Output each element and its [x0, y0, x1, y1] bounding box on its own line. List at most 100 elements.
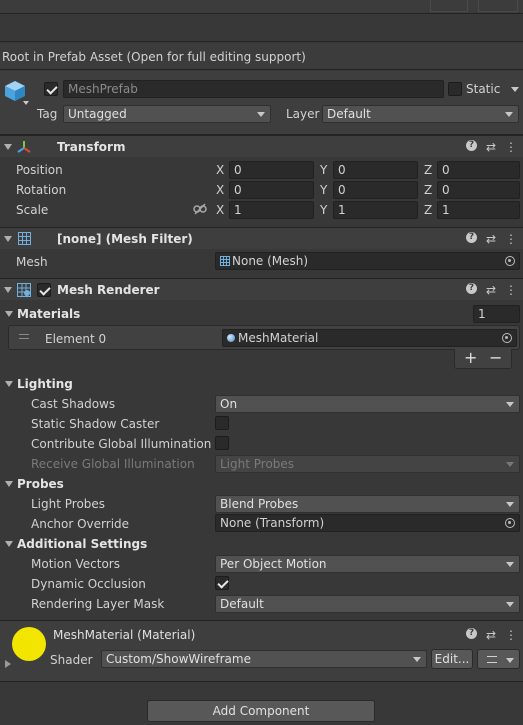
element0-label: Element 0: [45, 332, 107, 346]
constrain-proportions-icon[interactable]: [193, 203, 207, 215]
position-y-field[interactable]: 0: [333, 161, 418, 179]
layer-value: Default: [327, 107, 371, 121]
materials-foldout-arrow[interactable]: [5, 311, 13, 317]
position-x-field[interactable]: 0: [229, 161, 314, 179]
element0-object-field[interactable]: MeshMaterial: [222, 329, 517, 347]
icon-dropdown-caret[interactable]: [23, 101, 29, 105]
cast-shadows-dropdown[interactable]: On: [215, 395, 520, 413]
remove-element-button[interactable]: −: [489, 349, 502, 367]
probes-foldout-arrow[interactable]: [5, 481, 13, 487]
receive-gi-value: Light Probes: [220, 457, 295, 471]
shader-dropdown[interactable]: Custom/ShowWireframe: [101, 650, 427, 668]
more-options-icon[interactable]: ⋮: [505, 140, 517, 154]
chevron-down-icon: [506, 658, 514, 663]
mesh-renderer-header[interactable]: Mesh Renderer ? ⇄ ⋮: [0, 278, 523, 300]
receive-gi-dropdown: Light Probes: [215, 455, 520, 473]
anchor-override-field[interactable]: None (Transform): [215, 514, 520, 532]
light-probes-value: Blend Probes: [220, 497, 299, 511]
help-icon[interactable]: ?: [465, 140, 477, 151]
rendering-layer-mask-dropdown[interactable]: Default: [215, 595, 520, 613]
prefab-cube-icon[interactable]: [3, 79, 27, 103]
drag-handle-icon[interactable]: [19, 334, 29, 339]
shader-label: Shader: [50, 653, 93, 667]
anchor-override-label: Anchor Override: [31, 517, 130, 531]
position-z-field[interactable]: 0: [437, 161, 520, 179]
lighting-label[interactable]: Lighting: [17, 377, 73, 391]
layer-label: Layer: [286, 107, 320, 121]
scale-label: Scale: [16, 203, 49, 217]
foldout-arrow-icon[interactable]: [4, 236, 12, 242]
transform-header[interactable]: Transform ? ⇄ ⋮: [0, 135, 523, 157]
anchor-override-value: None (Transform): [220, 516, 325, 530]
additional-settings-foldout-arrow[interactable]: [5, 541, 13, 547]
mesh-object-field[interactable]: None (Mesh): [215, 252, 520, 270]
chevron-down-icon: [257, 112, 265, 117]
materials-count-field[interactable]: 1: [473, 305, 520, 323]
static-shadow-caster-checkbox[interactable]: [215, 416, 229, 430]
list-icon: [487, 656, 497, 663]
more-options-icon[interactable]: ⋮: [505, 628, 517, 642]
chevron-down-icon: [506, 602, 514, 607]
more-options-icon[interactable]: ⋮: [505, 283, 517, 297]
object-picker-icon[interactable]: [505, 518, 515, 528]
motion-vectors-value: Per Object Motion: [220, 557, 327, 571]
axis-z-label: Z: [424, 163, 433, 177]
presets-icon[interactable]: ⇄: [486, 628, 496, 642]
static-checkbox[interactable]: [448, 82, 462, 96]
material-preview-swatch[interactable]: [12, 627, 46, 661]
help-icon[interactable]: ?: [465, 283, 477, 294]
add-component-button[interactable]: Add Component: [147, 700, 375, 722]
foldout-arrow-icon[interactable]: [4, 144, 12, 150]
add-element-button[interactable]: +: [464, 349, 477, 367]
toolbar-button-1[interactable]: [430, 0, 468, 12]
axis-x-label: X: [216, 163, 225, 177]
scale-x-field[interactable]: 1: [229, 201, 314, 219]
shader-edit-button[interactable]: Edit...: [431, 649, 473, 669]
motion-vectors-dropdown[interactable]: Per Object Motion: [215, 555, 520, 573]
toolbar-button-2[interactable]: [478, 0, 518, 12]
more-options-icon[interactable]: ⋮: [505, 232, 517, 246]
rotation-y-field[interactable]: 0: [333, 181, 418, 199]
materials-label[interactable]: Materials: [17, 307, 80, 321]
additional-settings-label[interactable]: Additional Settings: [17, 537, 147, 551]
static-dropdown-caret[interactable]: [511, 87, 519, 92]
rotation-z-field[interactable]: 0: [437, 181, 520, 199]
presets-icon[interactable]: ⇄: [486, 232, 496, 246]
light-probes-dropdown[interactable]: Blend Probes: [215, 495, 520, 513]
gameobject-name-field[interactable]: MeshPrefab: [63, 80, 444, 98]
light-probes-label: Light Probes: [31, 497, 106, 511]
object-picker-icon[interactable]: [505, 256, 515, 266]
rotation-x-field[interactable]: 0: [229, 181, 314, 199]
component-header-icons: ? ⇄ ⋮: [465, 232, 517, 246]
mesh-filter-header[interactable]: [none] (Mesh Filter) ? ⇄ ⋮: [0, 227, 523, 249]
component-header-icons: ? ⇄ ⋮: [465, 140, 517, 154]
axis-z-label: Z: [424, 183, 433, 197]
axis-x-label: X: [216, 203, 225, 217]
shader-options-button[interactable]: [477, 649, 520, 669]
material-title: MeshMaterial (Material): [53, 628, 196, 642]
mesh-renderer-icon: [17, 283, 31, 297]
presets-icon[interactable]: ⇄: [486, 140, 496, 154]
gameobject-active-checkbox[interactable]: [44, 82, 58, 96]
mesh-renderer-enabled-checkbox[interactable]: [37, 283, 51, 297]
tag-value: Untagged: [68, 107, 127, 121]
object-picker-icon[interactable]: [502, 333, 512, 343]
material-section: MeshMaterial (Material) ? ⇄ ⋮ Shader Cus…: [0, 620, 523, 682]
contribute-gi-checkbox[interactable]: [215, 436, 229, 450]
foldout-arrow-icon[interactable]: [4, 287, 12, 293]
scale-y-field[interactable]: 1: [333, 201, 418, 219]
dynamic-occlusion-checkbox[interactable]: [215, 576, 229, 590]
tag-dropdown[interactable]: Untagged: [63, 105, 271, 123]
material-foldout-arrow[interactable]: [5, 660, 11, 668]
layer-dropdown[interactable]: Default: [322, 105, 519, 123]
probes-label[interactable]: Probes: [17, 477, 64, 491]
scale-z-field[interactable]: 1: [437, 201, 520, 219]
lighting-foldout-arrow[interactable]: [5, 381, 13, 387]
presets-icon[interactable]: ⇄: [486, 283, 496, 297]
static-label: Static: [466, 82, 501, 96]
axis-x-label: X: [216, 183, 225, 197]
help-icon[interactable]: ?: [465, 628, 477, 639]
mesh-filter-icon: [18, 232, 31, 245]
cast-shadows-label: Cast Shadows: [31, 397, 116, 411]
help-icon[interactable]: ?: [465, 232, 477, 243]
